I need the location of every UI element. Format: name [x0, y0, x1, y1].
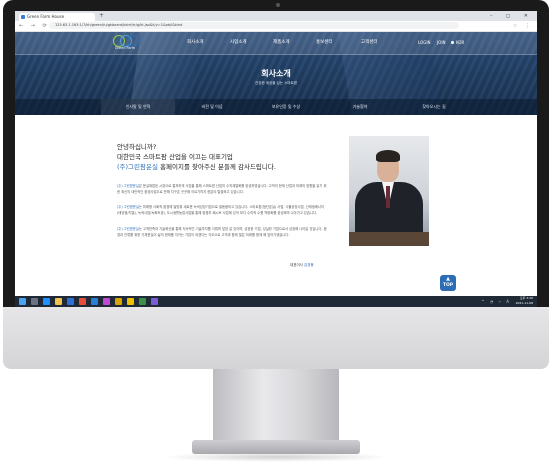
menu-about[interactable]: 회사소개 — [187, 32, 204, 54]
site-logo[interactable]: Green Farm — [107, 35, 143, 51]
greeting-company: (주)그린팜운실 — [117, 163, 158, 171]
new-tab-button[interactable]: + — [99, 12, 104, 19]
monitor-stand — [213, 369, 339, 441]
address-bar[interactable]: 125.63.1.163:1/7/kh/green/fu/gkboard/kdr… — [49, 22, 459, 29]
greeting-line-3: (주)그린팜운실 홈페이지를 찾아주신 분들께 감사드립니다. — [117, 163, 276, 171]
language-select[interactable]: KOR — [456, 32, 464, 54]
main-content: 안녕하십니까? 대한민국 스마트팜 산업을 이끄는 대표기업 (주)그린팜운실 … — [15, 115, 537, 296]
intro-paragraph-1: (주) 그린팜운실은 운실재업된 시장으로 철저하게 사업을 통해 스마트팜 산… — [117, 184, 327, 194]
subnav-directions[interactable]: 찾아오시는 길 — [397, 99, 471, 115]
mail-icon[interactable] — [79, 298, 86, 305]
browser-toolbar: ← → ⟳ ⌂ 125.63.1.163:1/7/kh/green/fu/gkb… — [15, 21, 537, 32]
chrome-icon[interactable] — [115, 298, 122, 305]
terminal-icon[interactable] — [139, 298, 146, 305]
store-icon[interactable] — [67, 298, 74, 305]
join-link[interactable]: JOIN — [437, 32, 446, 54]
vscode-icon[interactable] — [91, 298, 98, 305]
camera-icon — [276, 3, 280, 7]
window-controls[interactable]: – ◻ ✕ — [490, 11, 534, 21]
teams-icon[interactable] — [151, 298, 158, 305]
intro-paragraph-3: (주) 그린팜운실는 고객만족과 기술혁신을 통해 지속적인 기술투자를 이뤄며… — [117, 227, 327, 237]
browser-tab-bar: Green Farm House + – ◻ ✕ — [15, 11, 537, 21]
login-link[interactable]: LOGIN — [418, 32, 431, 54]
greeting-line-1: 안녕하십니까? — [117, 143, 157, 151]
imac-monitor: Green Farm House + – ◻ ✕ ← → ⟳ ⌂ 125.63.… — [0, 0, 552, 467]
clock[interactable]: 오후 3:26 2021-11-08 — [516, 296, 533, 306]
page-subtitle: 건강한 세상을 심는 스마트팜 — [255, 81, 297, 85]
logo-text: Green Farm — [114, 46, 136, 50]
screen: Green Farm House + – ◻ ✕ ← → ⟳ ⌂ 125.63.… — [15, 11, 537, 307]
intro-paragraph-2: (주) 그린팜운실는 미래형 사회적 환경에 발맞춰 새로운 녹색성장기업으로 … — [117, 205, 324, 215]
sub-nav: 인사말 및 연혁 비전 및 이념 보유인증 및 수상 기술협약 찾아오시는 길 — [15, 99, 537, 115]
search-icon[interactable] — [31, 298, 38, 305]
menu-products[interactable]: 제품소개 — [273, 32, 290, 54]
app-icon[interactable] — [103, 298, 110, 305]
system-tray-icons[interactable]: ^ ◔ ⌁ A — [481, 296, 511, 307]
extension-icons[interactable]: ☆ ⋮ — [513, 22, 533, 30]
menu-customer-center[interactable]: 고객센터 — [361, 32, 378, 54]
monitor-chin — [3, 307, 549, 369]
edge-icon[interactable] — [43, 298, 50, 305]
subnav-greeting-history[interactable]: 인사말 및 연혁 — [101, 99, 175, 115]
windows-taskbar: ^ ◔ ⌁ A 오후 3:26 2021-11-08 — [15, 296, 537, 307]
ceo-photo — [349, 136, 429, 246]
page-title: 회사소개 — [261, 69, 291, 78]
menu-business[interactable]: 사업소개 — [230, 32, 247, 54]
start-icon[interactable] — [19, 298, 26, 305]
global-nav: Green Farm 회사소개 사업소개 제품소개 홍보센터 고객센터 LOGI… — [15, 32, 537, 55]
scroll-top-button[interactable]: ▲ TOP — [440, 275, 456, 291]
subnav-vision[interactable]: 비전 및 이념 — [175, 99, 249, 115]
language-icon — [451, 41, 454, 44]
subnav-certifications[interactable]: 보유인증 및 수상 — [249, 99, 323, 115]
menu-pr-center[interactable]: 홍보센터 — [316, 32, 333, 54]
folder-icon[interactable] — [55, 298, 62, 305]
site-header: Green Farm 회사소개 사업소개 제품소개 홍보센터 고객센터 LOGI… — [15, 32, 537, 115]
favicon-icon — [21, 15, 25, 19]
greeting-line-2: 대한민국 스마트팜 산업을 이끄는 대표기업 — [117, 153, 233, 161]
files-icon[interactable] — [127, 298, 134, 305]
subnav-tech-agreement[interactable]: 기술협약 — [323, 99, 397, 115]
ceo-signature: 대표이사 김경용 — [290, 263, 314, 267]
tab-title: Green Farm House — [27, 14, 65, 19]
monitor-foot — [192, 440, 360, 454]
browser-tab[interactable]: Green Farm House — [19, 13, 95, 21]
